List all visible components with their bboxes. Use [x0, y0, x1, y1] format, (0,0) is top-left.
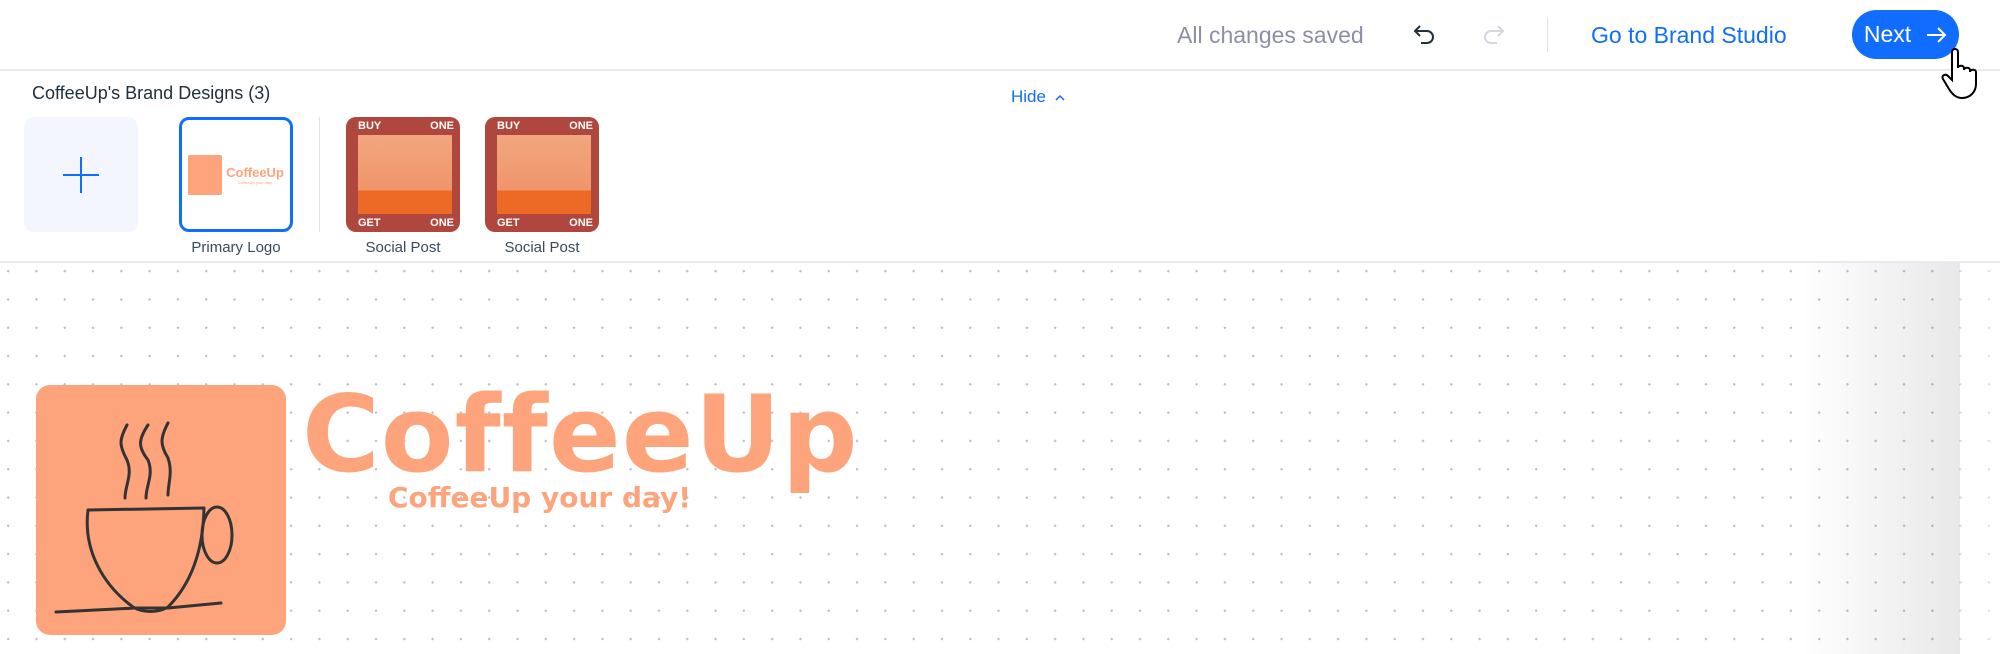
design-label: Social Post	[365, 239, 441, 256]
post-text: GET	[358, 217, 381, 229]
undo-icon	[1413, 25, 1434, 44]
post-image	[497, 135, 591, 214]
design-thumbnail-social-post[interactable]: BUY ONE GET ONE	[485, 117, 599, 232]
plus-icon	[63, 156, 99, 193]
post-text: ONE	[569, 217, 593, 229]
post-text: ONE	[569, 120, 593, 132]
brand-designs-panel: CoffeeUp's Brand Designs (3) Hide Coffee…	[0, 71, 2000, 263]
design-canvas[interactable]: CoffeeUp CoffeeUp your day!	[0, 263, 2000, 654]
logo-preview-tagline: CoffeeUp your day!	[237, 179, 273, 185]
redo-icon	[1484, 25, 1505, 44]
coffee-cup-logo[interactable]	[36, 385, 286, 635]
go-to-brand-studio-link[interactable]: Go to Brand Studio	[1591, 22, 1787, 49]
post-text: ONE	[430, 120, 454, 132]
canvas-edge-strip	[1960, 263, 2000, 654]
post-image	[358, 135, 452, 214]
top-bar: All changes saved Go to Brand Studio Nex…	[0, 0, 2000, 71]
undo-button[interactable]	[1408, 18, 1442, 52]
design-thumbnail-social-post[interactable]: BUY ONE GET ONE	[346, 117, 460, 232]
design-thumbnail-primary-logo[interactable]: CoffeeUp CoffeeUp your day!	[179, 117, 293, 232]
logo-preview-name: CoffeeUp	[226, 164, 284, 180]
hide-label: Hide	[1011, 87, 1046, 106]
redo-button[interactable]	[1476, 18, 1510, 52]
next-label: Next	[1863, 21, 1912, 47]
divider	[1547, 18, 1548, 52]
design-label: Primary Logo	[191, 239, 281, 256]
post-text: GET	[497, 217, 520, 229]
canvas-edge-shadow	[1800, 263, 1960, 654]
post-text: ONE	[430, 217, 454, 229]
tagline-text[interactable]: CoffeeUp your day!	[388, 481, 691, 514]
panel-title: CoffeeUp's Brand Designs (3)	[32, 83, 271, 103]
add-design-button[interactable]	[24, 117, 138, 232]
divider	[319, 117, 320, 232]
hide-button[interactable]: Hide	[1011, 87, 1066, 107]
chevron-up-icon	[1055, 94, 1065, 101]
save-status: All changes saved	[1177, 22, 1364, 48]
design-label: Social Post	[504, 239, 580, 256]
logo-preview: CoffeeUp CoffeeUp your day!	[188, 154, 284, 195]
coffee-cup-icon	[54, 421, 234, 614]
post-text: BUY	[497, 120, 521, 132]
post-text: BUY	[358, 120, 382, 132]
arrow-right-icon	[1927, 26, 1947, 43]
brand-name-text[interactable]: CoffeeUp	[302, 373, 859, 496]
